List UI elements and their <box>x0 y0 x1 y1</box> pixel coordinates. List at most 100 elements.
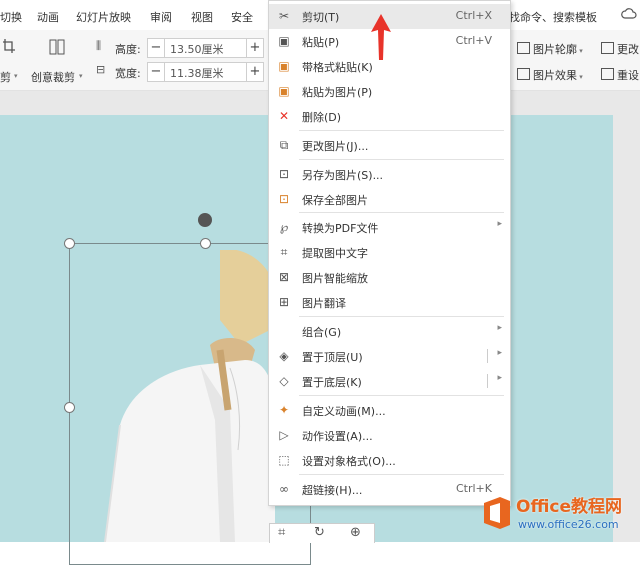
command-search[interactable]: 找命令、搜索模板 <box>509 9 597 25</box>
menu-item-delete[interactable]: ✕ 删除(D) <box>269 104 510 129</box>
resize-handle[interactable] <box>200 238 211 249</box>
menu-item-label: 超链接(H)... <box>302 484 363 497</box>
send-back-icon: ◇ <box>279 374 289 388</box>
menu-item-translate[interactable]: ⊞ 图片翻译 <box>269 290 510 315</box>
height-icon: ⫼ <box>96 39 102 52</box>
resize-handle[interactable] <box>64 402 75 413</box>
menu-item-smart-zoom[interactable]: ⊠ 图片智能缩放 <box>269 265 510 290</box>
smart-zoom-icon: ⊠ <box>278 270 290 284</box>
ocr-icon: ⌗ <box>280 245 288 259</box>
submenu-arrow-icon[interactable]: ▸ <box>497 348 502 358</box>
change-picture-button[interactable]: 更改 <box>601 41 639 57</box>
chevron-down-icon[interactable]: ▾ <box>79 72 83 80</box>
menu-item-label: 组合(G) <box>302 326 342 339</box>
zoom-in-icon[interactable]: ⊕ <box>350 525 361 540</box>
crop-icon[interactable]: ⌗ <box>278 525 285 540</box>
picture-outline-button[interactable]: 图片轮廓 ▾ <box>517 41 583 57</box>
paste-format-icon: ▣ <box>278 59 290 73</box>
delete-icon: ✕ <box>278 109 290 123</box>
menu-item-change-image[interactable]: ⧉ 更改图片(J)... <box>269 133 510 158</box>
menu-item-hyperlink[interactable]: ∞ 超链接(H)... Ctrl+K <box>269 477 510 502</box>
menu-item-save-all-images[interactable]: ⊡ 保存全部图片 <box>269 187 510 212</box>
watermark: Office教程网 www.office26.com <box>476 491 640 542</box>
menu-item-label: 粘贴(P) <box>302 36 340 49</box>
change-picture-icon <box>601 42 614 54</box>
menu-item-convert-to-pdf[interactable]: ℘ 转换为PDF文件 ▸ <box>269 215 510 240</box>
menu-item-format-object[interactable]: ⬚ 设置对象格式(O)... <box>269 448 510 473</box>
resize-handle[interactable] <box>64 238 75 249</box>
menu-item-shortcut: Ctrl+V <box>455 34 492 47</box>
creative-crop-icon[interactable] <box>48 38 66 56</box>
tab-review[interactable]: 审阅 <box>150 9 172 25</box>
minus-icon[interactable]: − <box>148 63 165 81</box>
picture-effects-icon <box>517 68 530 80</box>
menu-item-label: 更改图片(J)... <box>302 140 369 153</box>
change-image-icon: ⧉ <box>279 138 289 152</box>
picture-outline-icon <box>517 42 530 54</box>
rotate-icon[interactable]: ↻ <box>314 525 325 540</box>
menu-item-action-settings[interactable]: ▷ 动作设置(A)... <box>269 423 510 448</box>
height-value[interactable]: 13.50厘米 <box>170 41 224 57</box>
menu-item-label: 设置对象格式(O)... <box>302 455 396 468</box>
tab-animation[interactable]: 动画 <box>37 9 59 25</box>
rotate-handle-icon[interactable] <box>198 213 212 227</box>
hyperlink-icon: ∞ <box>279 482 289 496</box>
menu-item-custom-animation[interactable]: ✦ 自定义动画(M)... <box>269 398 510 423</box>
menu-item-label: 置于顶层(U) <box>302 351 363 364</box>
creative-crop-button[interactable]: 创意裁剪 <box>31 69 75 85</box>
red-arrow-annotation <box>371 14 391 60</box>
width-label: 宽度: <box>115 67 141 80</box>
width-stepper[interactable]: − 11.38厘米 + <box>147 62 264 82</box>
height-label: 高度: <box>115 43 141 56</box>
menu-item-extract-text[interactable]: ⌗ 提取图中文字 <box>269 240 510 265</box>
height-stepper[interactable]: − 13.50厘米 + <box>147 38 264 58</box>
crop-button[interactable]: 剪 <box>0 69 11 85</box>
menu-item-label: 保存全部图片 <box>302 194 368 207</box>
submenu-arrow-icon[interactable]: ▸ <box>497 373 502 383</box>
reset-picture-button[interactable]: 重设 <box>601 67 639 83</box>
menu-item-label: 置于底层(K) <box>302 376 362 389</box>
translate-icon: ⊞ <box>278 295 290 309</box>
menu-split-divider <box>487 374 488 388</box>
watermark-title: Office教程网 <box>516 497 623 517</box>
crop-icon[interactable] <box>2 38 16 54</box>
submenu-arrow-icon: ▸ <box>497 219 502 229</box>
cloud-icon[interactable] <box>621 7 637 21</box>
action-icon: ▷ <box>279 428 289 442</box>
menu-item-label: 图片智能缩放 <box>302 272 368 285</box>
menu-item-label: 剪切(T) <box>302 11 340 24</box>
menu-item-label: 动作设置(A)... <box>302 430 373 443</box>
menu-divider <box>299 159 504 160</box>
minus-icon[interactable]: − <box>148 39 165 57</box>
plus-icon[interactable]: + <box>246 63 263 81</box>
menu-item-save-as-image[interactable]: ⊡ 另存为图片(S)... <box>269 162 510 187</box>
chevron-down-icon[interactable]: ▾ <box>14 72 18 80</box>
custom-animation-icon: ✦ <box>278 403 290 417</box>
tab-security[interactable]: 安全 <box>231 9 253 25</box>
menu-divider <box>299 212 504 213</box>
menu-item-label: 带格式粘贴(K) <box>302 61 373 74</box>
menu-item-group[interactable]: 组合(G) ▸ <box>269 319 510 344</box>
floating-image-toolbar: ⌗ ↻ ⊕ <box>269 523 375 543</box>
pdf-icon: ℘ <box>279 220 289 234</box>
tab-slideshow[interactable]: 幻灯片放映 <box>76 9 131 25</box>
menu-item-label: 图片翻译 <box>302 297 346 310</box>
tab-transitions[interactable]: 切换 <box>0 9 22 25</box>
submenu-arrow-icon: ▸ <box>497 323 502 333</box>
menu-item-bring-to-front[interactable]: ◈ 置于顶层(U) ▸ <box>269 344 510 369</box>
paste-icon: ▣ <box>278 34 290 48</box>
menu-divider <box>299 474 504 475</box>
menu-split-divider <box>487 349 488 363</box>
menu-item-paste-as-image[interactable]: ▣ 粘贴为图片(P) <box>269 79 510 104</box>
menu-item-send-to-back[interactable]: ◇ 置于底层(K) ▸ <box>269 369 510 394</box>
menu-item-shortcut: Ctrl+X <box>455 9 492 22</box>
scissors-icon: ✂ <box>278 9 290 23</box>
office-logo-icon <box>484 497 510 529</box>
paste-image-icon: ▣ <box>278 84 290 98</box>
tab-view[interactable]: 视图 <box>191 9 213 25</box>
menu-item-label: 粘贴为图片(P) <box>302 86 373 99</box>
save-image-icon: ⊡ <box>278 167 290 181</box>
width-value[interactable]: 11.38厘米 <box>170 65 224 81</box>
plus-icon[interactable]: + <box>246 39 263 57</box>
picture-effects-button[interactable]: 图片效果 ▾ <box>517 67 583 83</box>
